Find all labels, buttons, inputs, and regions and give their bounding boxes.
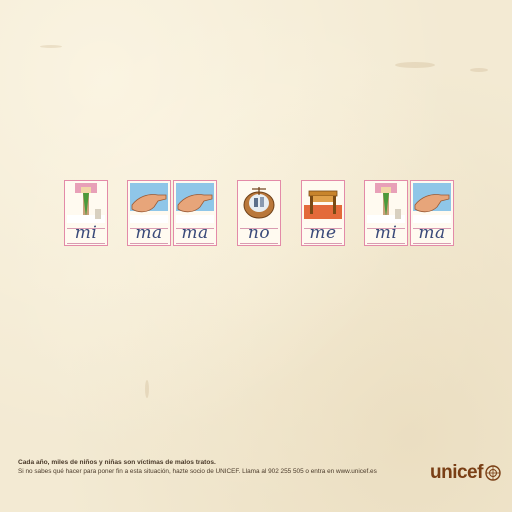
table-icon (304, 190, 342, 219)
syllable-card: me (301, 180, 345, 246)
syllable-card: ma (173, 180, 217, 246)
footer-headline: Cada año, miles de niños y niñas son víc… (18, 459, 216, 466)
syllable-card: ma (410, 180, 454, 246)
basket-icon (243, 187, 275, 219)
syllable-label: ma (135, 223, 163, 243)
syllable-card: mi (364, 180, 408, 246)
syllable-card: mi (64, 180, 108, 246)
hand-icon (413, 183, 451, 223)
globe-emblem-icon (485, 465, 501, 481)
syllable-card: ma (127, 180, 171, 246)
hand-icon (176, 183, 214, 223)
unicef-logo: unicef (430, 462, 501, 483)
syllable-label: ma (418, 223, 446, 243)
syllable-card: no (237, 180, 281, 246)
syllable-label: ma (181, 223, 209, 243)
footer-body: Si no sabes qué hacer para poner fin a e… (18, 468, 377, 475)
syllable-label: mi (374, 223, 398, 243)
syllable-label: no (247, 223, 271, 243)
hand-icon (130, 183, 168, 223)
footer-text: Cada año, miles de niños y niñas son víc… (18, 458, 418, 476)
syllable-cards: mi ma ma no me mi ma (0, 0, 512, 512)
syllable-label: mi (74, 223, 98, 243)
syllable-label: me (309, 223, 337, 243)
advert-page: { "cards": [ {"syllable": "mi", "icon": … (0, 0, 512, 512)
logo-wordmark: unicef (430, 462, 483, 483)
flag-icon (67, 183, 105, 223)
flag-icon (367, 183, 405, 223)
